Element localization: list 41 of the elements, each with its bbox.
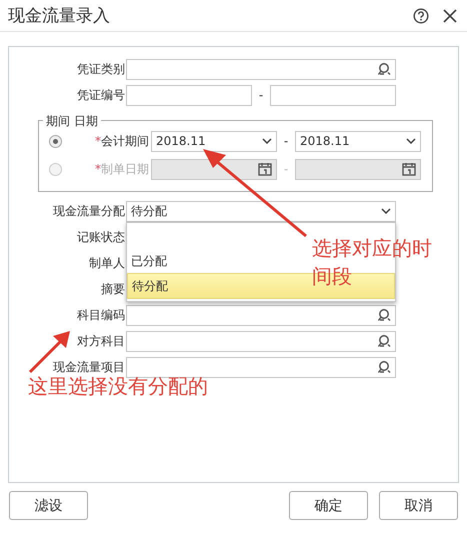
search-icon[interactable] [377, 308, 391, 322]
field-label: *制单日期 [94, 160, 149, 178]
chevron-down-icon [262, 138, 272, 144]
dialog-button[interactable]: 滤设 [9, 491, 88, 520]
window-title: 现金流量录入 [8, 5, 111, 27]
field-label: 记账状态 [76, 228, 126, 246]
lookup-field[interactable] [126, 304, 396, 326]
lookup-field[interactable] [126, 58, 396, 80]
field-label: 科目编码 [76, 306, 126, 324]
period-select[interactable]: 2018.11 [151, 130, 277, 152]
range-separator: - [282, 162, 290, 176]
search-icon[interactable] [377, 334, 391, 348]
dialog-button[interactable]: 确定 [289, 491, 368, 520]
field-label: 凭证编号 [76, 86, 126, 104]
field-label: 制单人 [88, 254, 126, 272]
chevron-down-icon [406, 138, 416, 144]
input-field[interactable] [270, 84, 396, 106]
chevron-down-icon [381, 208, 391, 214]
help-icon[interactable] [413, 8, 429, 24]
lookup-field[interactable] [126, 356, 396, 378]
radio-button[interactable] [49, 134, 62, 148]
field-label: 凭证类别 [76, 60, 126, 78]
search-icon[interactable] [377, 360, 391, 374]
date-field[interactable] [295, 158, 421, 180]
lookup-field[interactable] [126, 330, 396, 352]
field-label: *会计期间 [94, 132, 149, 150]
group-legend: 期间 日期 [43, 113, 101, 130]
period-select[interactable]: 2018.11 [295, 130, 421, 152]
field-label: 现金流量分配 [52, 202, 126, 220]
range-separator: - [282, 134, 290, 148]
input-field[interactable] [126, 84, 252, 106]
range-separator: - [258, 88, 264, 102]
field-label: 现金流量项目 [52, 358, 126, 376]
annotation-text: 这里选择没有分配的 [28, 373, 208, 400]
close-icon[interactable] [443, 8, 457, 22]
dialog-button[interactable]: 取消 [379, 491, 458, 520]
calendar-icon[interactable] [402, 162, 416, 176]
field-label: 摘要 [100, 280, 126, 298]
search-icon[interactable] [377, 62, 391, 76]
allocation-select[interactable]: 待分配 [126, 200, 396, 222]
field-label: 对方科目 [76, 332, 126, 350]
